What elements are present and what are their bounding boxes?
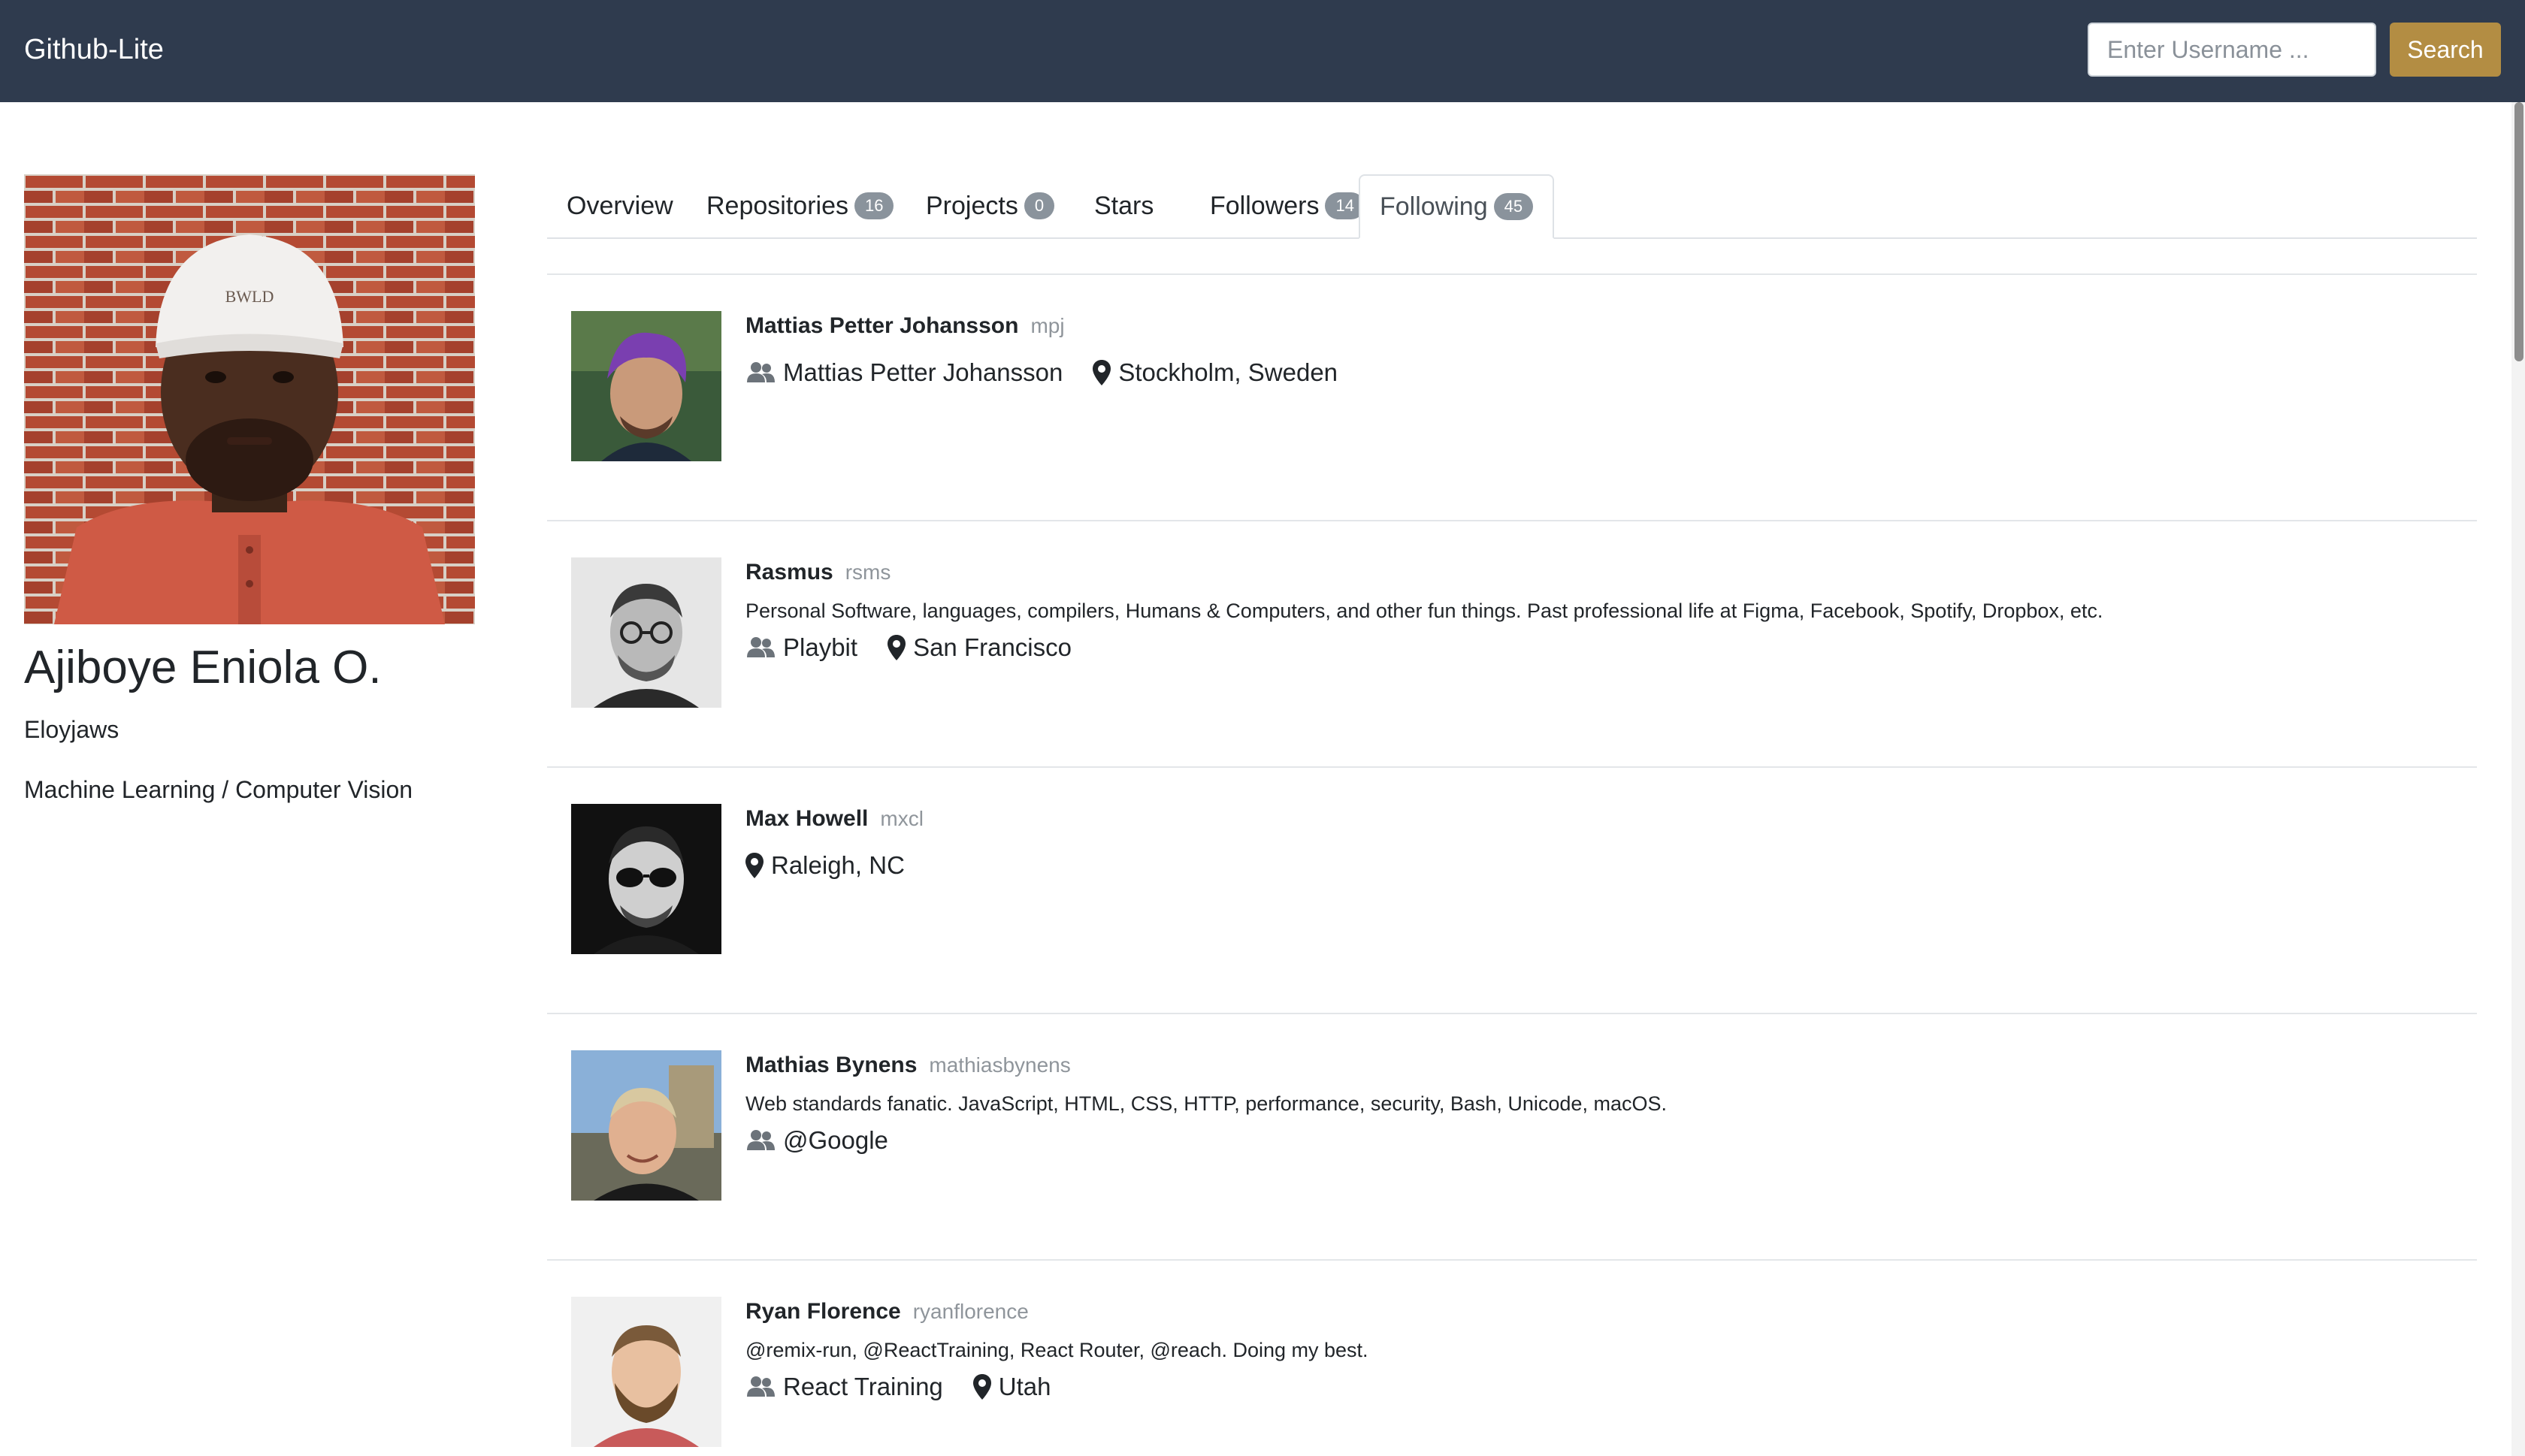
user-login: ryanflorence [912,1300,1029,1323]
user-row: Mattias Petter Johansson mpj Mattias Pet… [547,273,2477,520]
user-avatar[interactable] [571,804,721,954]
page: Github-Lite Search [0,0,2525,1456]
user-info: Rasmus rsms Personal Software, languages… [745,556,2103,664]
following-list: Mattias Petter Johansson mpj Mattias Pet… [547,273,2477,1456]
user-login: mathiasbynens [929,1053,1071,1077]
user-row: Ryan Florence ryanflorence @remix-run, @… [547,1259,2477,1456]
tab-label: Followers [1210,191,1320,220]
count-badge: 16 [854,192,894,219]
company-item: Mattias Petter Johansson [745,356,1063,389]
map-marker-icon [1093,360,1111,385]
tab-label: Repositories [706,191,848,220]
tab-projects[interactable]: Projects 0 [906,174,1074,237]
user-location: Utah [998,1373,1051,1400]
user-location: Stockholm, Sweden [1118,358,1338,386]
count-badge: 0 [1024,192,1055,219]
user-meta: @Google [745,1124,1667,1157]
user-name[interactable]: Mattias Petter Johansson [745,313,1018,339]
user-avatar[interactable] [571,1297,721,1447]
user-meta: React Training Utah [745,1370,1368,1403]
location-item: Raleigh, NC [745,849,905,882]
map-marker-icon [972,1374,991,1400]
user-location: San Francisco [913,633,1072,661]
user-name[interactable]: Mathias Bynens [745,1053,917,1078]
user-info: Ryan Florence ryanflorence @remix-run, @… [745,1295,1368,1403]
navbar: Github-Lite Search [0,0,2525,102]
search-button[interactable]: Search [2390,23,2501,77]
location-item: Stockholm, Sweden [1093,356,1338,389]
user-info: Mathias Bynens mathiasbynens Web standar… [745,1049,1667,1157]
company-item: React Training [745,1370,943,1403]
profile-bio: Machine Learning / Computer Vision [24,776,413,803]
profile-name: Ajiboye Eniola O. [24,642,382,693]
count-badge: 45 [1493,193,1534,220]
user-login: rsms [845,560,891,584]
tab-label: Following [1380,192,1488,221]
username-search-input[interactable] [2088,23,2376,77]
tab-label: Overview [567,191,673,220]
user-avatar[interactable] [571,311,721,461]
user-company: React Training [783,1373,943,1400]
profile-sidebar: BWLD Ajiboye Eniola O. Eloyjaws Machine … [24,174,475,805]
user-avatar[interactable] [571,557,721,708]
profile-tabs: Overview Repositories 16 Projects 0 Star… [547,174,2477,239]
user-meta: Mattias Petter Johansson Stockholm, Swed… [745,356,1368,389]
user-company: Playbit [783,633,858,661]
users-icon [745,636,776,659]
user-bio: @remix-run, @ReactTraining, React Router… [745,1339,1368,1361]
tab-followers[interactable]: Followers 14 [1190,174,1384,237]
tab-label: Stars [1094,191,1154,220]
user-meta: Raleigh, NC [745,849,935,882]
user-company: Mattias Petter Johansson [783,358,1063,386]
tab-repositories[interactable]: Repositories 16 [687,174,913,237]
profile-avatar: BWLD [24,174,475,624]
user-bio: Personal Software, languages, compilers,… [745,600,2103,622]
users-icon [745,1129,776,1152]
company-item: Playbit [745,631,857,664]
user-info: Max Howell mxcl Raleigh, NC [745,802,935,882]
location-item: San Francisco [888,631,1072,664]
user-login: mxcl [880,807,924,830]
user-name[interactable]: Max Howell [745,806,868,832]
users-icon [745,1376,776,1398]
profile-login: Eloyjaws [24,716,119,743]
user-name[interactable]: Rasmus [745,560,833,585]
user-avatar[interactable] [571,1050,721,1201]
company-item: @Google [745,1124,888,1157]
location-item: Utah [972,1370,1051,1403]
user-name[interactable]: Ryan Florence [745,1299,901,1325]
user-login: mpj [1030,314,1065,337]
tab-label: Projects [926,191,1018,220]
tab-following[interactable]: Following 45 [1359,174,1555,239]
user-company: @Google [783,1126,888,1154]
user-meta: Playbit San Francisco [745,631,2103,664]
tab-overview[interactable]: Overview [547,174,693,237]
users-icon [745,361,776,384]
svg-text:BWLD: BWLD [225,287,274,306]
brand-link[interactable]: Github-Lite [24,32,164,68]
user-row: Rasmus rsms Personal Software, languages… [547,520,2477,766]
tab-stars[interactable]: Stars [1075,174,1173,237]
user-location: Raleigh, NC [771,851,905,879]
user-bio: Web standards fanatic. JavaScript, HTML,… [745,1092,1667,1115]
scrollbar-thumb[interactable] [2514,102,2523,361]
user-row: Mathias Bynens mathiasbynens Web standar… [547,1013,2477,1259]
map-marker-icon [888,635,906,660]
map-marker-icon [745,853,764,878]
user-row: Max Howell mxcl Raleigh, NC [547,766,2477,1013]
user-info: Mattias Petter Johansson mpj Mattias Pet… [745,310,1368,389]
